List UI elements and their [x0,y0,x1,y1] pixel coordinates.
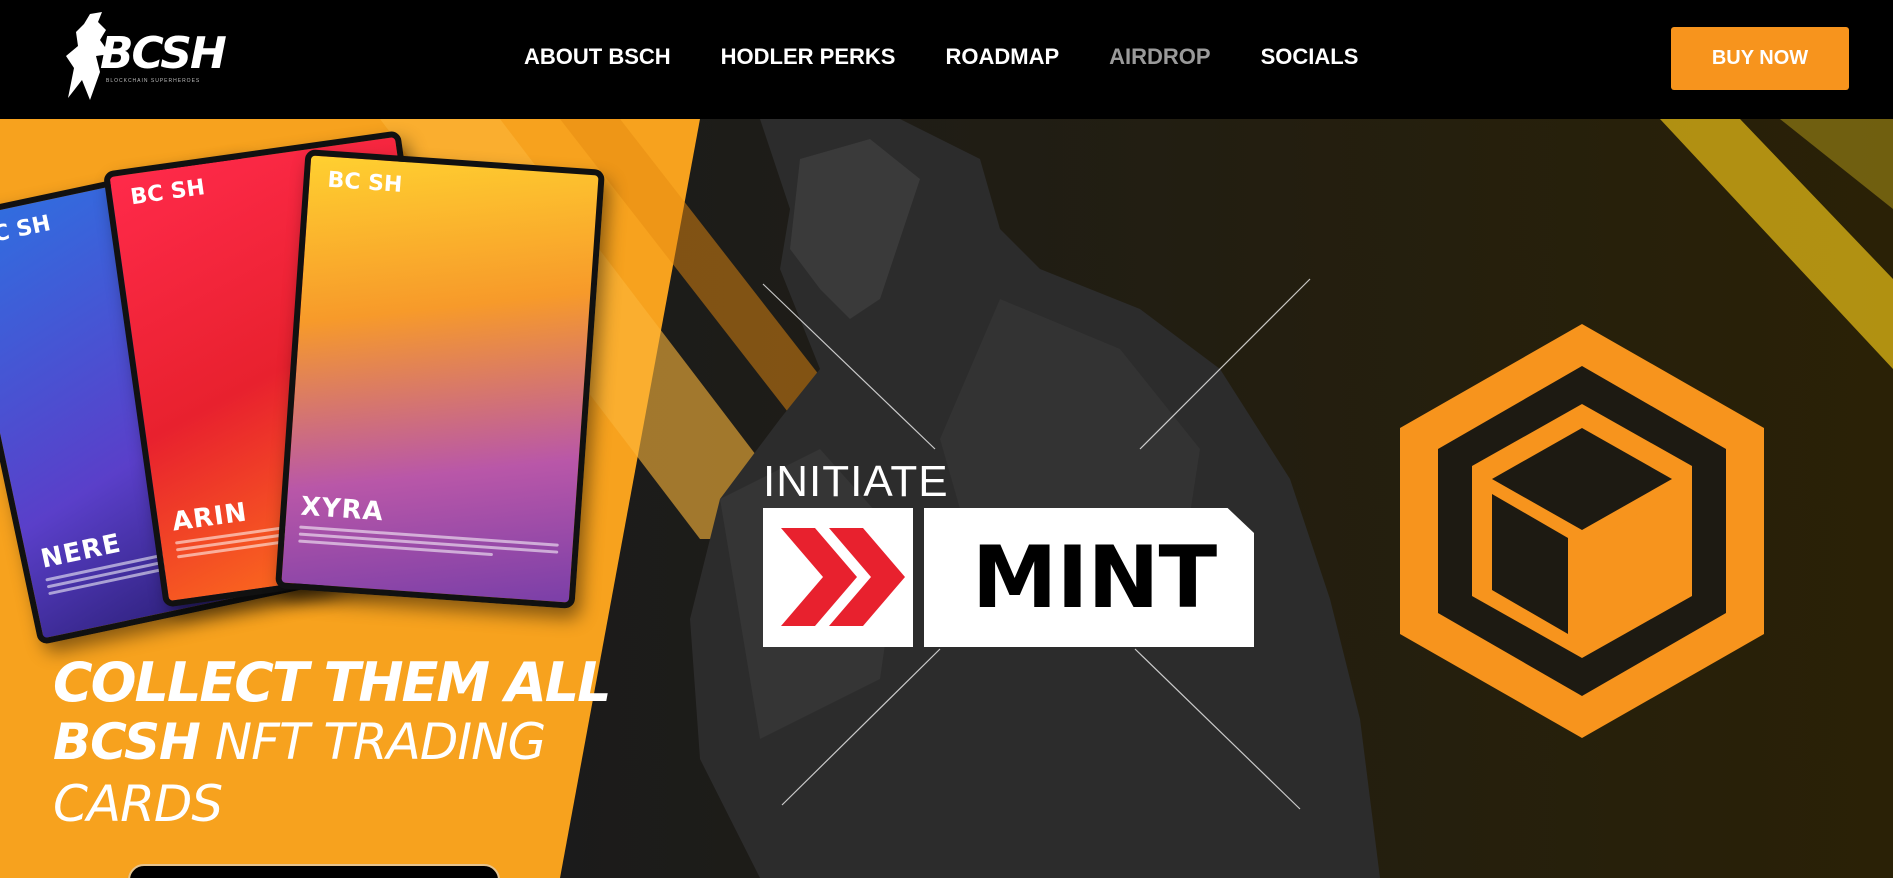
buy-now-button[interactable]: BUY NOW [1671,27,1849,90]
card-logo: BC SH [128,175,207,211]
card-description [297,525,559,574]
nav-about[interactable]: ABOUT BSCH [524,44,671,70]
hero-subtitle: BCSH NFT TRADING CARDS [53,711,573,835]
mint-button[interactable]: MINT [924,508,1254,647]
hero-subtitle-brand: BCSH [53,713,201,771]
nav-airdrop[interactable]: AIRDROP [1109,44,1210,70]
hero-section: BC SH NERE BC SH ARIN BC SH XYRA COLLECT… [0,119,1893,878]
bottom-partial-button[interactable] [128,864,500,878]
main-nav: ABOUT BSCH HODLER PERKS ROADMAP AIRDROP … [524,44,1408,70]
initiate-label: INITIATE [763,457,949,506]
chevrons-right-icon [781,528,905,626]
logo-text: BCSH [100,28,227,79]
logo-subtitle: BLOCKCHAIN SUPERHEROES [106,78,201,84]
bcsh-logo[interactable]: BCSH BLOCKCHAIN SUPERHEROES [60,10,227,102]
nav-hodler-perks[interactable]: HODLER PERKS [721,44,896,70]
mint-label: MINT [971,527,1217,628]
card-logo: BC SH [0,211,53,252]
nav-socials[interactable]: SOCIALS [1261,44,1359,70]
card-name: ARIN [170,497,250,538]
trading-card-xyra[interactable]: BC SH XYRA [275,149,605,609]
nav-roadmap[interactable]: ROADMAP [945,44,1059,70]
card-name: XYRA [299,491,385,528]
mint-arrows-button[interactable] [763,508,913,647]
top-navbar: BCSH BLOCKCHAIN SUPERHEROES ABOUT BSCH H… [0,0,1893,119]
hexagon-cube-icon [1400,324,1764,738]
card-logo: BC SH [326,167,404,198]
hero-title: COLLECT THEM ALL [53,651,612,714]
